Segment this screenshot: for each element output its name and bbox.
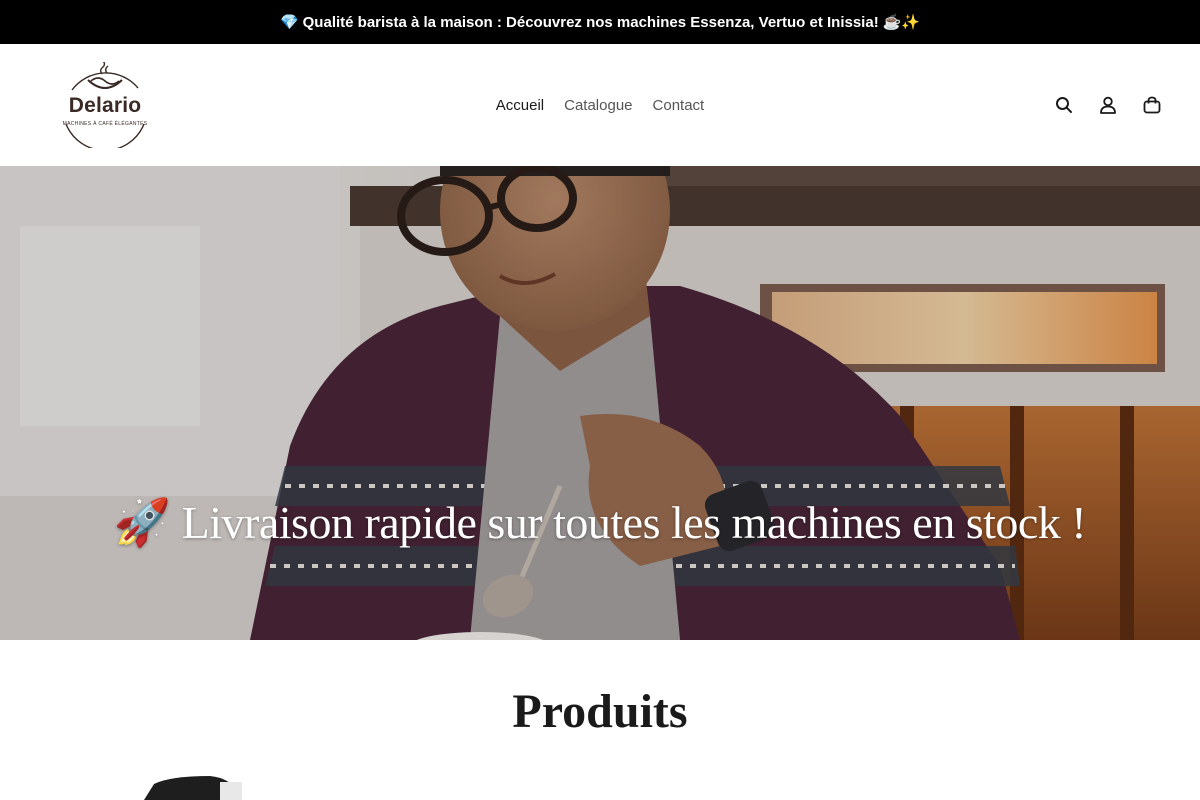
cart-icon[interactable] <box>1140 93 1164 117</box>
gem-icon: 💎 <box>279 14 299 31</box>
site-header: Delario MACHINES À CAFÉ ÉLÉGANTES Accuei… <box>0 44 1200 166</box>
main-nav: Accueil Catalogue Contact <box>0 44 1200 166</box>
hero-heading: 🚀 Livraison rapide sur toutes les machin… <box>113 497 1087 548</box>
coffee-sparkles-icon: ☕✨ <box>882 14 921 31</box>
logo-tagline: MACHINES À CAFÉ ÉLÉGANTES <box>62 121 148 127</box>
nav-item-accueil[interactable]: Accueil <box>496 93 544 118</box>
hero-photo <box>0 166 1200 640</box>
logo-name: Delario <box>68 94 142 117</box>
account-icon[interactable] <box>1096 93 1120 117</box>
product-image[interactable] <box>130 772 250 800</box>
header-icons <box>1052 44 1164 166</box>
coffee-machine-icon <box>144 776 242 800</box>
search-icon[interactable] <box>1052 93 1076 117</box>
announcement-bar: 💎 Qualité barista à la maison : Découvre… <box>0 0 1200 44</box>
announcement-text: Qualité barista à la maison : Découvrez … <box>302 13 879 31</box>
nav-item-contact[interactable]: Contact <box>653 93 705 118</box>
nav-item-catalogue[interactable]: Catalogue <box>564 93 632 118</box>
products-title: Produits <box>512 685 688 738</box>
hero-banner[interactable]: 🚀 Livraison rapide sur toutes les machin… <box>0 166 1200 640</box>
logo[interactable]: Delario MACHINES À CAFÉ ÉLÉGANTES <box>58 62 152 148</box>
